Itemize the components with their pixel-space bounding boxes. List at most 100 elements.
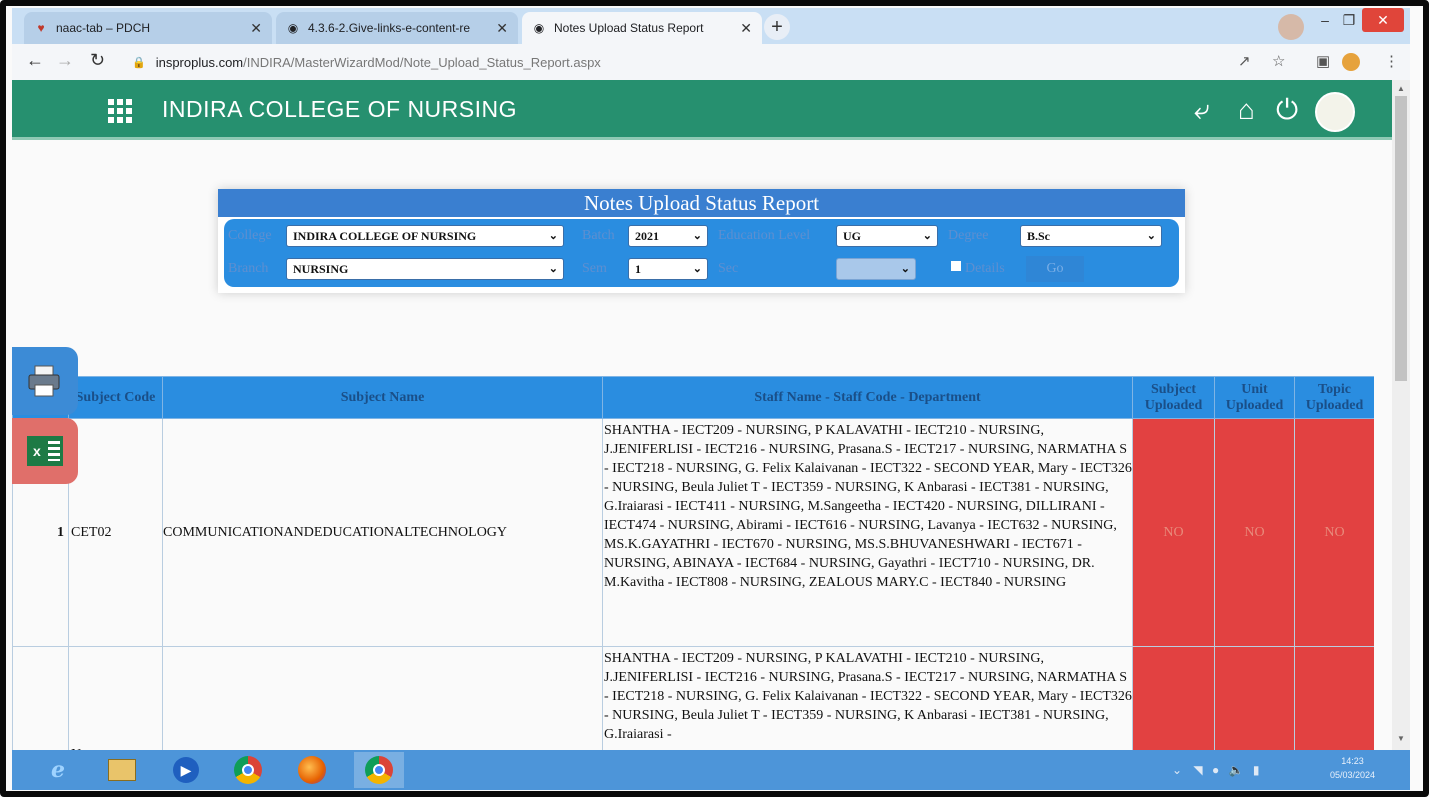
globe-icon: ◉ (287, 21, 299, 35)
chevron-down-icon: ⌄ (548, 230, 558, 242)
media-player-icon[interactable]: ▶ (170, 755, 202, 785)
chrome-active-icon[interactable] (354, 752, 404, 788)
network-icon[interactable]: ◥ (1193, 763, 1202, 777)
scroll-down-icon[interactable]: ▼ (1397, 734, 1405, 743)
tray-chevron-icon[interactable]: ⌄ (1172, 763, 1182, 777)
chevron-down-icon: ⌄ (692, 263, 702, 275)
staff-header[interactable]: Staff Name - Staff Code - Department (602, 376, 1133, 419)
browser-toolbar: ← → ↻ 🔒 insproplus.com /INDIRA/MasterWiz… (12, 44, 1410, 80)
college-title: INDIRA COLLEGE OF NURSING (162, 96, 518, 122)
subject-uploaded-header[interactable]: Subject Uploaded (1132, 376, 1215, 419)
subject-name-header[interactable]: Subject Name (162, 376, 603, 419)
branch-select[interactable]: NURSING ⌄ (286, 258, 564, 280)
new-tab-button[interactable]: + (764, 14, 790, 40)
close-tab-icon[interactable]: ✕ (250, 20, 262, 37)
lock-icon: 🔒 (132, 56, 146, 69)
firefox-icon[interactable] (296, 755, 328, 785)
browser-tab-links[interactable]: ◉ 4.3.6-2.Give-links-e-content-re ✕ (276, 12, 518, 44)
address-bar[interactable]: 🔒 insproplus.com /INDIRA/MasterWizardMod… (132, 48, 1232, 76)
topic-uploaded-status: NO (1294, 418, 1374, 647)
reload-icon[interactable]: ↻ (90, 50, 105, 71)
system-clock[interactable]: 14:23 05/03/2024 (1330, 754, 1375, 782)
menu-dots-icon[interactable]: ⋮ (1384, 52, 1399, 70)
college-label: College (228, 228, 272, 243)
back-reply-icon[interactable]: ⤶ (1194, 94, 1210, 127)
degree-label: Degree (948, 228, 989, 243)
filter-form: College INDIRA COLLEGE OF NURSING ⌄ Batc… (224, 219, 1179, 287)
education-level-label: Education Level (718, 228, 811, 243)
chevron-down-icon: ⌄ (922, 230, 932, 242)
print-button[interactable] (12, 347, 78, 415)
subject-code: N- (68, 646, 163, 750)
degree-value: B.Sc (1027, 229, 1051, 243)
profile-icon[interactable] (1342, 53, 1360, 71)
sec-label: Sec (718, 261, 739, 276)
close-tab-icon[interactable]: ✕ (496, 20, 508, 37)
back-arrow-icon[interactable]: ← (26, 50, 44, 71)
url-host: insproplus.com (155, 54, 244, 70)
report-filter-panel: Notes Upload Status Report College INDIR… (218, 189, 1185, 293)
sidebar-icon[interactable]: ▣ (1316, 52, 1330, 70)
sem-select[interactable]: 1 ⌄ (628, 258, 708, 280)
chevron-down-icon: ⌄ (1146, 230, 1156, 242)
browser-tab-bar: ♥ naac-tab – PDCH ✕ ◉ 4.3.6-2.Give-links… (12, 8, 1410, 44)
tab-title: 4.3.6-2.Give-links-e-content-re (308, 21, 471, 35)
details-checkbox[interactable] (951, 261, 961, 271)
power-icon[interactable]: ⏻ (1276, 94, 1298, 127)
branch-value: NURSING (293, 262, 349, 276)
unit-uploaded-status: NO (1214, 646, 1295, 750)
subject-code-header[interactable]: Subject Code (68, 376, 163, 419)
clock-time: 14:23 (1341, 756, 1364, 766)
user-avatar[interactable] (1315, 92, 1355, 132)
degree-select[interactable]: B.Sc ⌄ (1020, 225, 1162, 247)
heart-icon: ♥ (37, 21, 45, 35)
close-window-button[interactable]: ✕ (1362, 8, 1404, 32)
minimize-button[interactable]: – (1314, 8, 1336, 32)
college-select[interactable]: INDIRA COLLEGE OF NURSING ⌄ (286, 225, 564, 247)
subject-uploaded-status: NO (1132, 646, 1215, 750)
export-excel-button[interactable]: x (12, 418, 78, 484)
browser-tab-naac[interactable]: ♥ naac-tab – PDCH ✕ (24, 12, 272, 44)
printer-icon (28, 365, 60, 397)
system-tray[interactable]: ⌄ ◥ ● 🔈 ▮ (1172, 763, 1259, 777)
topic-uploaded-status: NO (1294, 646, 1374, 750)
go-button[interactable]: Go (1026, 256, 1084, 282)
browser-tab-report[interactable]: ◉ Notes Upload Status Report ✕ (522, 12, 762, 44)
file-explorer-icon[interactable] (106, 755, 138, 785)
internet-explorer-icon[interactable]: e (42, 755, 74, 785)
batch-select[interactable]: 2021 ⌄ (628, 225, 708, 247)
sec-select[interactable]: ⌄ (836, 258, 916, 280)
sync-icon[interactable]: ● (1212, 763, 1219, 777)
bookmark-star-icon[interactable]: ☆ (1272, 52, 1285, 70)
scrollbar-thumb[interactable] (1395, 96, 1407, 381)
battery-icon[interactable]: ▮ (1253, 763, 1260, 777)
college-value: INDIRA COLLEGE OF NURSING (293, 229, 477, 243)
batch-value: 2021 (635, 229, 659, 243)
tab-title: Notes Upload Status Report (554, 21, 704, 35)
url-path: /INDIRA/MasterWizardMod/Note_Upload_Stat… (243, 54, 601, 70)
unit-uploaded-header[interactable]: Unit Uploaded (1214, 376, 1295, 419)
batch-label: Batch (582, 228, 615, 243)
close-tab-icon[interactable]: ✕ (740, 20, 752, 37)
sem-value: 1 (635, 262, 641, 276)
staff-list: SHANTHA - IECT209 - NURSING, P KALAVATHI… (602, 418, 1133, 647)
page-scrollbar[interactable]: ▲ ▼ (1392, 80, 1410, 750)
chrome-icon[interactable] (232, 755, 264, 785)
restore-button[interactable]: ❐ (1338, 8, 1360, 32)
report-title: Notes Upload Status Report (218, 189, 1185, 217)
details-label: Details (965, 261, 1005, 276)
profile-avatar[interactable] (1278, 14, 1304, 40)
scroll-up-icon[interactable]: ▲ (1397, 84, 1405, 93)
report-table-wrapper: Subject Code Subject Name Staff Name - S… (12, 376, 1374, 750)
branch-label: Branch (228, 261, 269, 276)
subject-name: COMMUNICATIONANDEDUCATIONALTECHNOLOGY (162, 418, 603, 647)
row-number: 2 (12, 646, 69, 750)
clock-date: 05/03/2024 (1330, 770, 1376, 780)
apps-grid-icon[interactable] (108, 99, 132, 123)
education-level-select[interactable]: UG ⌄ (836, 225, 938, 247)
topic-uploaded-header[interactable]: Topic Uploaded (1294, 376, 1374, 419)
share-icon[interactable]: ↗ (1238, 52, 1251, 70)
forward-arrow-icon[interactable]: → (56, 50, 74, 71)
volume-icon[interactable]: 🔈 (1229, 763, 1244, 777)
home-icon[interactable]: ⌂ (1238, 94, 1255, 126)
